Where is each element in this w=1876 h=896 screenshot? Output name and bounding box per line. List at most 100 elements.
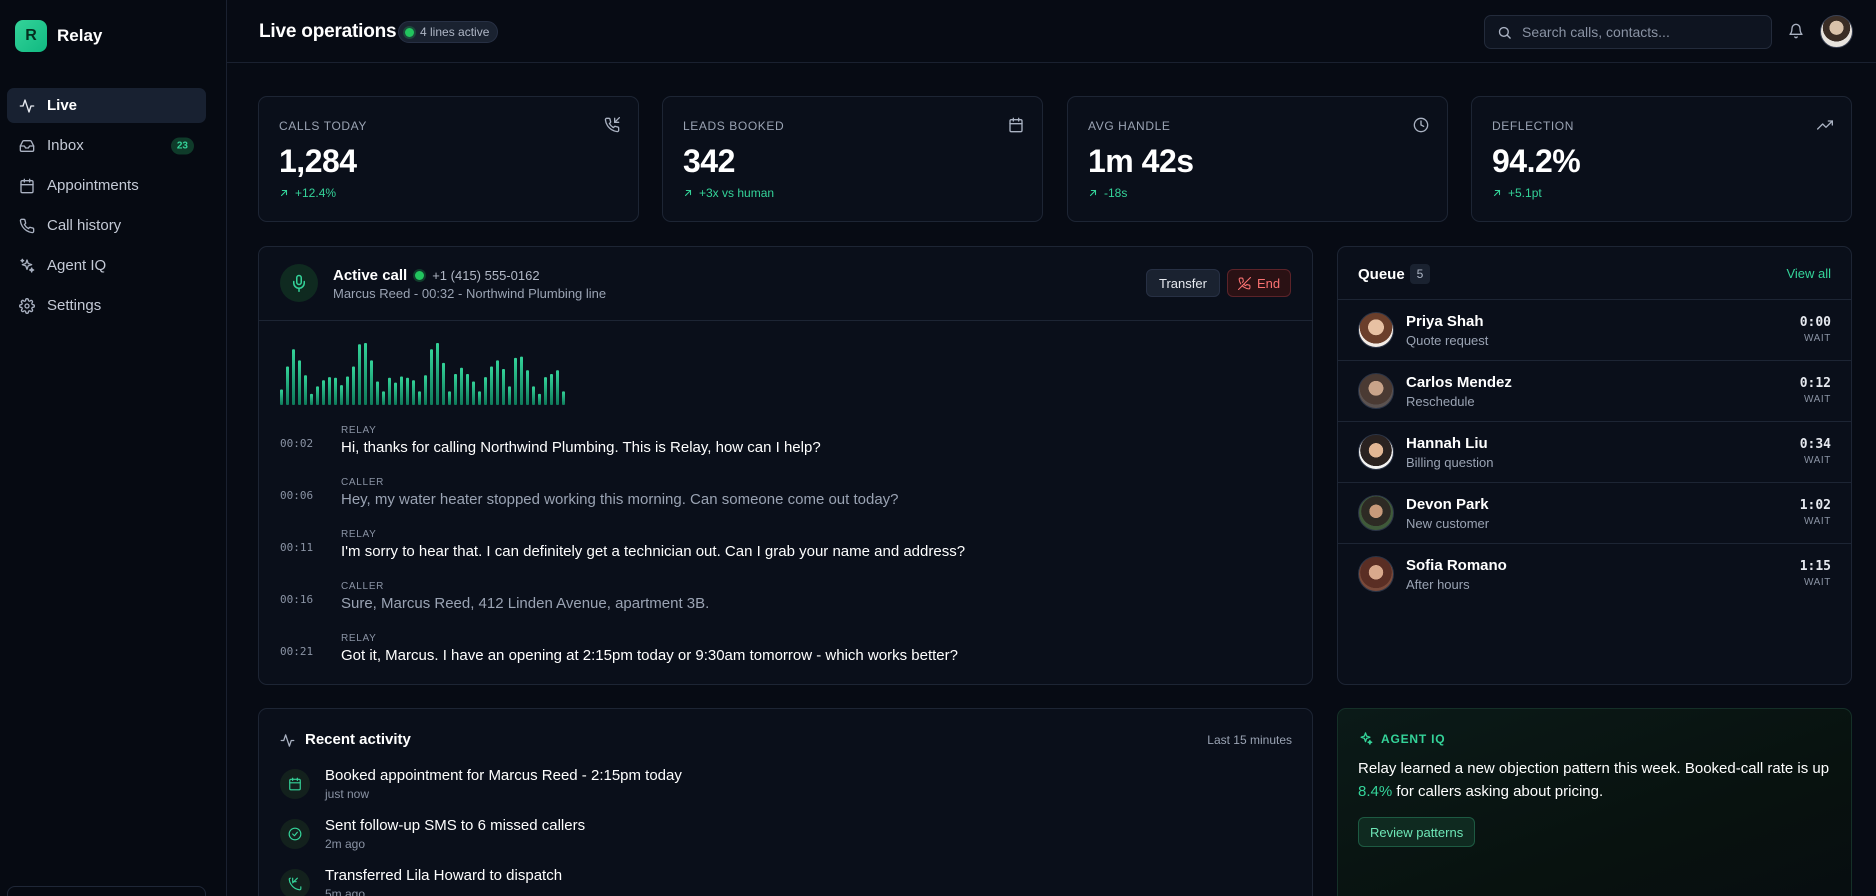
inbox-count-badge: 23 (170, 137, 194, 154)
queue-caller-name: Sofia Romano (1406, 557, 1507, 574)
sidebar-item-appointments[interactable]: Appointments (7, 168, 206, 203)
stat-card-leads-booked: LEADS BOOKED 342 +3x vs human (662, 96, 1043, 222)
top-header: Live operations 4 lines active (227, 0, 1876, 63)
active-call-panel: Active call +1 (415) 555-0162 Marcus Ree… (258, 246, 1313, 685)
waveform-bar (400, 376, 403, 405)
waveform-bar (406, 377, 409, 405)
brand[interactable]: R Relay (15, 20, 102, 52)
view-all-link[interactable]: View all (1786, 266, 1831, 281)
waveform-bar (346, 376, 349, 405)
bell-icon[interactable] (1788, 23, 1804, 39)
review-patterns-button[interactable]: Review patterns (1358, 817, 1476, 847)
queue-item[interactable]: Hannah Liu Billing question 0:34 WAIT (1338, 422, 1851, 483)
waveform-bar (520, 356, 523, 405)
caller-phone: +1 (415) 555-0162 (432, 268, 540, 283)
sidebar-item-inbox[interactable]: Inbox 23 (7, 128, 206, 163)
waveform-bar (448, 391, 451, 405)
activity-item[interactable]: Booked appointment for Marcus Reed - 2:1… (280, 765, 1280, 815)
queue-title: Queue (1358, 266, 1405, 283)
stat-delta: -18s (1088, 186, 1127, 200)
stat-value: 94.2% (1492, 143, 1581, 179)
waveform-bar (502, 369, 505, 405)
waveform-bar (394, 382, 397, 405)
sidebar-item-label: Settings (47, 297, 102, 314)
transcript-speaker: CALLER (341, 477, 385, 488)
queue-status: WAIT (1803, 455, 1831, 466)
waveform-bar (424, 375, 427, 405)
queue-wait-time: 0:00 (1799, 315, 1831, 330)
live-status-dot (405, 27, 414, 37)
queue-caller-name: Hannah Liu (1406, 435, 1488, 452)
waveform-bar (286, 366, 289, 405)
queue-item[interactable]: Carlos Mendez Reschedule 0:12 WAIT (1338, 361, 1851, 422)
sidebar-item-live[interactable]: Live (7, 88, 206, 123)
sidebar-item-call-history[interactable]: Call history (7, 208, 206, 243)
activity-text: Sent follow-up SMS to 6 missed callers (325, 817, 586, 834)
waveform-bar (412, 380, 415, 405)
activity-text: Transferred Lila Howard to dispatch (325, 867, 563, 884)
end-call-label: End (1257, 275, 1281, 291)
calendar-icon (1008, 117, 1024, 133)
waveform-bar (442, 362, 445, 405)
waveform-bar (418, 391, 421, 405)
search-box[interactable] (1484, 15, 1772, 49)
user-avatar[interactable] (1820, 15, 1853, 48)
queue-item[interactable]: Devon Park New customer 1:02 WAIT (1338, 483, 1851, 544)
activity-icon (280, 733, 295, 748)
sidebar-item-label: Call history (47, 217, 122, 234)
transcript-time: 00:11 (280, 541, 314, 554)
call-live-dot (415, 271, 425, 280)
activity-item[interactable]: Transferred Lila Howard to dispatch 5m a… (280, 865, 1280, 896)
queue-panel: Queue 5 View all Priya Shah Quote reques… (1337, 246, 1852, 685)
waveform-bar (340, 385, 343, 405)
waveform-bar (358, 344, 361, 405)
gear-icon (19, 297, 35, 314)
sidebar-item-label: Appointments (47, 177, 139, 194)
waveform-bar (436, 343, 439, 405)
sidebar-nav: Live Inbox 23 Appointments Call history (7, 88, 206, 328)
waveform-bar (472, 381, 475, 405)
activity-item[interactable]: Sent follow-up SMS to 6 missed callers 2… (280, 815, 1280, 865)
waveform-bar (334, 377, 337, 405)
end-call-button[interactable]: End (1227, 269, 1292, 297)
caller-avatar (1358, 312, 1394, 348)
transfer-button[interactable]: Transfer (1146, 269, 1220, 297)
waveform-bar (490, 366, 493, 405)
stat-delta: +3x vs human (683, 186, 774, 200)
arrow-up-right-icon (683, 188, 693, 198)
sidebar-item-settings[interactable]: Settings (7, 288, 206, 323)
waveform-bar (496, 360, 499, 405)
transcript-speaker: RELAY (341, 425, 377, 436)
stat-card-deflection: DEFLECTION 94.2% +5.1pt (1471, 96, 1852, 222)
search-input[interactable] (1522, 24, 1752, 40)
phone-forward-icon (280, 869, 310, 896)
stat-delta: +5.1pt (1492, 186, 1542, 200)
phone-off-icon (1238, 276, 1251, 290)
waveform-bar (352, 366, 355, 405)
waveform-bar (364, 343, 367, 405)
queue-item[interactable]: Priya Shah Quote request 0:00 WAIT (1338, 300, 1851, 361)
brand-logo: R (15, 20, 47, 52)
sidebar-item-agent-iq[interactable]: Agent IQ (7, 248, 206, 283)
insight-highlight: 8.4% (1358, 783, 1393, 800)
queue-item[interactable]: Sofia Romano After hours 1:15 WAIT (1338, 544, 1851, 605)
waveform-bar (466, 374, 469, 405)
sparkles-icon (19, 258, 35, 274)
transcript-line: 00:02 RELAY Hi, thanks for calling North… (280, 425, 1280, 477)
sidebar-footer-card[interactable] (7, 886, 206, 896)
waveform-bar (478, 391, 481, 405)
transcript-text: Hey, my water heater stopped working thi… (341, 491, 899, 508)
stat-value: 1,284 (279, 143, 357, 179)
queue-wait-time: 0:34 (1799, 437, 1831, 452)
transcript-text: Got it, Marcus. I have an opening at 2:1… (341, 647, 958, 664)
waveform-bar (538, 393, 541, 405)
stat-label: AVG HANDLE (1088, 119, 1171, 133)
transcript-line: 00:11 RELAY I'm sorry to hear that. I ca… (280, 529, 1280, 581)
sidebar-item-label: Live (47, 97, 78, 114)
waveform-bar (430, 349, 433, 405)
sidebar: R Relay Live Inbox 23 Appointments Call … (0, 0, 227, 896)
caller-avatar (1358, 495, 1394, 531)
queue-caller-reason: After hours (1406, 577, 1470, 592)
transcript-speaker: CALLER (341, 581, 385, 592)
check-circle-icon (280, 819, 310, 849)
